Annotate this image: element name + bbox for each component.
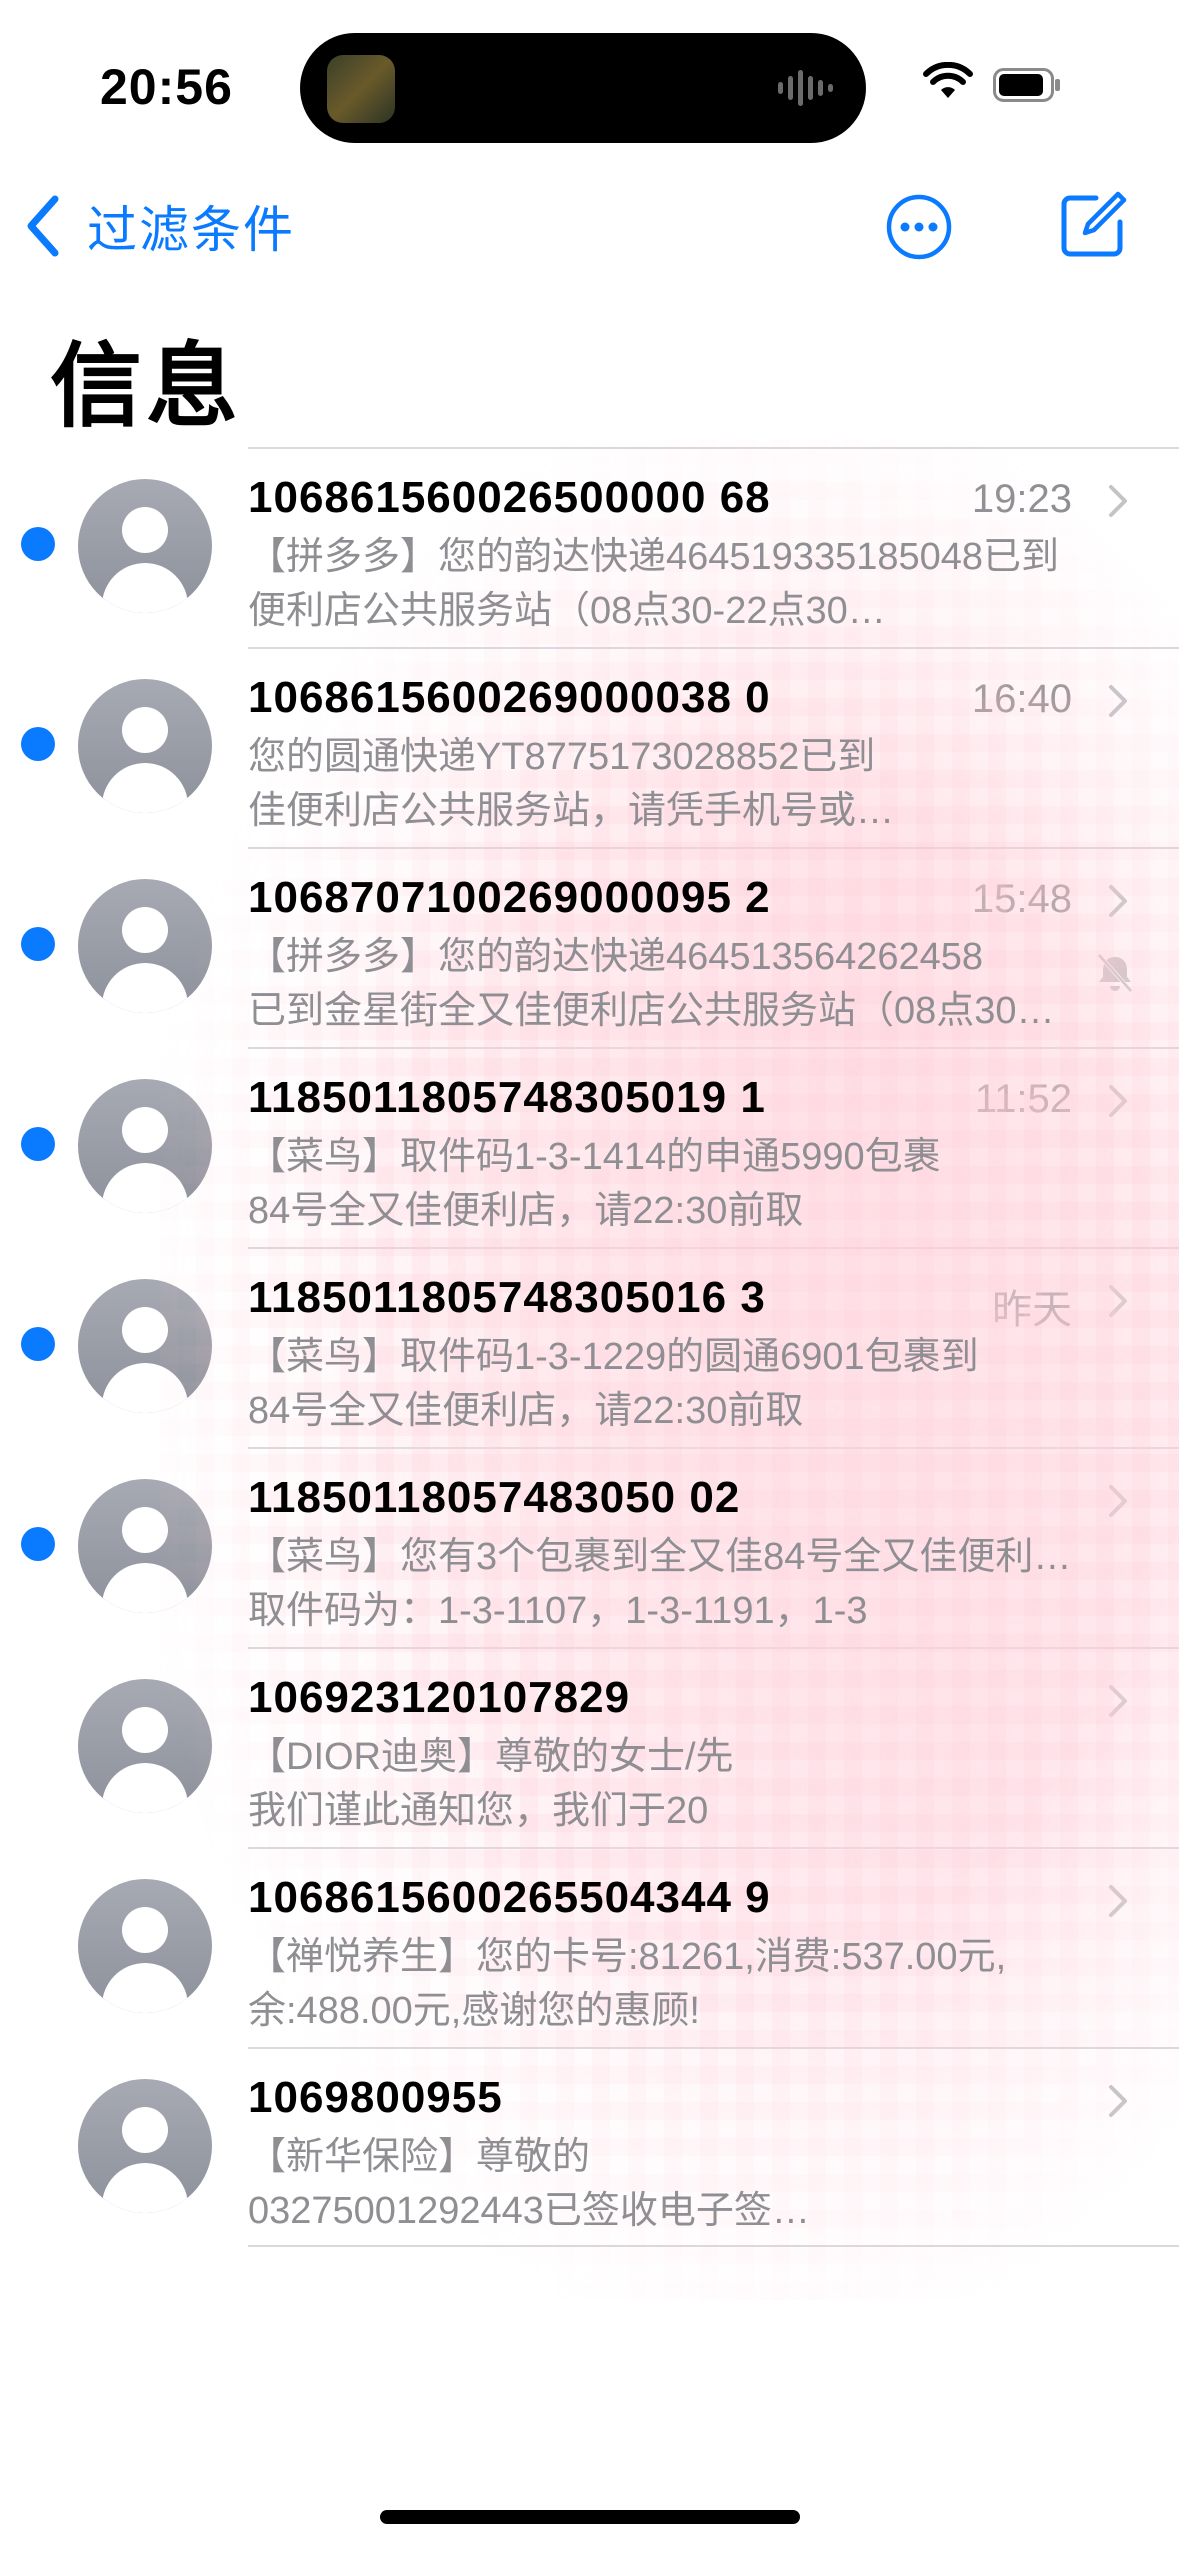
message-preview: 【菜鸟】取件码1-3-1414的申通5990包裹 84号全又佳便利店，请22:30… <box>248 1130 1108 1238</box>
contact-avatar-icon <box>78 1279 212 1413</box>
row-separator <box>248 1447 1179 1449</box>
sender-number: 1068615600265504344 9 <box>248 1873 771 1922</box>
chevron-right-icon <box>1109 885 1127 917</box>
row-separator <box>248 1047 1179 1049</box>
preview-line-1: 【拼多多】您的韵达快递464513564262458 <box>248 936 984 978</box>
contact-avatar-icon <box>78 1079 212 1213</box>
message-preview: 【菜鸟】取件码1-3-1229的圆通6901包裹到 84号全又佳便利店，请22:3… <box>248 1330 1108 1438</box>
home-indicator[interactable] <box>380 2510 800 2524</box>
message-row[interactable]: 1068615600265504344 9 【禅悦养生】您的卡号:81261,消费… <box>0 1847 1179 2047</box>
preview-line-1: 【菜鸟】取件码1-3-1414的申通5990包裹 <box>248 1136 941 1178</box>
preview-line-2: 取件码为：1-3-1107，1-3-1191，1-3 <box>248 1590 868 1632</box>
message-preview: 【拼多多】您的韵达快递464519335185048已到 便利店公共服务站（08点… <box>248 530 1108 638</box>
chevron-right-icon <box>1109 1685 1127 1717</box>
status-time: 20:56 <box>100 59 233 115</box>
message-row[interactable]: 1185011805748305019 1 11:52 【菜鸟】取件码1-3-141… <box>0 1047 1179 1247</box>
message-row[interactable]: 11850118057483050 02 【菜鸟】您有3个包裹到全又佳84号全又佳… <box>0 1447 1179 1647</box>
preview-line-1: 【菜鸟】您有3个包裹到全又佳84号全又佳便利店， <box>248 1536 1108 1578</box>
chevron-right-icon <box>1109 1885 1127 1917</box>
preview-line-1: 【DIOR迪奥】尊敬的女士/先 <box>248 1736 734 1778</box>
message-row[interactable]: 106861560026500000 68 19:23 【拼多多】您的韵达快递464… <box>0 447 1179 647</box>
message-time: 16:40 <box>971 677 1072 721</box>
message-preview: 【菜鸟】您有3个包裹到全又佳84号全又佳便利店， 取件码为：1-3-1107，1-… <box>248 1530 1108 1638</box>
message-time: 11:52 <box>974 1077 1072 1121</box>
chevron-right-icon <box>1109 1485 1127 1517</box>
preview-line-2: 84号全又佳便利店，请22:30前取 <box>248 1190 804 1232</box>
back-label: 过滤条件 <box>87 202 295 258</box>
message-time: 19:23 <box>971 477 1072 521</box>
contact-avatar-icon <box>78 2079 212 2213</box>
unread-indicator <box>21 527 55 561</box>
chevron-right-icon <box>1109 1285 1127 1317</box>
message-time: 昨天 <box>992 1288 1072 1332</box>
row-separator <box>248 1847 1179 1849</box>
message-preview: 【DIOR迪奥】尊敬的女士/先 我们谨此通知您，我们于20 <box>248 1730 1108 1838</box>
back-button[interactable]: 过滤条件 <box>25 190 295 262</box>
wifi-icon <box>923 62 973 98</box>
row-separator <box>248 1647 1179 1649</box>
sender-number: 11850118057483050 02 <box>248 1473 741 1522</box>
message-row[interactable]: 1069800955 【新华保险】尊敬的 03275001292443已签收电子签… <box>0 2047 1179 2247</box>
unread-indicator <box>21 1127 55 1161</box>
unread-indicator <box>21 1527 55 1561</box>
preview-line-2: 03275001292443已签收电子签… <box>248 2190 810 2232</box>
chevron-right-icon <box>1109 685 1127 717</box>
message-preview: 【拼多多】您的韵达快递464513564262458 已到金星街全又佳便利店公共服… <box>248 930 1108 1038</box>
battery-icon <box>993 68 1060 102</box>
sender-number: 1068615600269000038 0 <box>248 673 771 722</box>
now-playing-app-icon <box>327 55 395 123</box>
row-separator <box>248 1247 1179 1249</box>
sender-number: 1068707100269000095 2 <box>248 873 771 922</box>
audio-waveform-icon <box>778 70 833 106</box>
message-preview: 【禅悦养生】您的卡号:81261,消费:537.00元, 余:488.00元,感谢… <box>248 1930 1108 2038</box>
preview-line-1: 【新华保险】尊敬的 <box>248 2136 591 2178</box>
chevron-right-icon <box>1109 2085 1127 2117</box>
row-separator <box>248 2047 1179 2049</box>
contact-avatar-icon <box>78 1479 212 1613</box>
message-row[interactable]: 1068707100269000095 2 15:48 【拼多多】您的韵达快递464… <box>0 847 1179 1047</box>
row-separator <box>248 447 1179 449</box>
contact-avatar-icon <box>78 1679 212 1813</box>
row-separator <box>248 647 1179 649</box>
message-list: 106861560026500000 68 19:23 【拼多多】您的韵达快递464… <box>0 447 1179 2247</box>
compose-icon[interactable] <box>1058 190 1128 260</box>
preview-line-1: 您的圆通快递YT8775173028852已到 <box>248 736 876 778</box>
sender-number: 1185011805748305016 3 <box>248 1273 766 1322</box>
page-title: 信息 <box>50 336 243 438</box>
preview-line-2: 便利店公共服务站（08点30-22点30… <box>248 590 886 632</box>
message-time: 15:48 <box>971 877 1072 921</box>
message-row[interactable]: 1068615600269000038 0 16:40 您的圆通快递YT877517… <box>0 647 1179 847</box>
chevron-right-icon <box>1109 1085 1127 1117</box>
preview-line-2: 余:488.00元,感谢您的惠顾! <box>248 1990 700 2032</box>
message-preview: 您的圆通快递YT8775173028852已到 佳便利店公共服务站，请凭手机号或… <box>248 730 1108 838</box>
preview-line-1: 【拼多多】您的韵达快递464519335185048已到 <box>248 536 1060 578</box>
sender-number: 1069800955 <box>248 2073 503 2122</box>
contact-avatar-icon <box>78 879 212 1013</box>
preview-line-1: 【菜鸟】取件码1-3-1229的圆通6901包裹到 <box>248 1336 979 1378</box>
preview-line-1: 【禅悦养生】您的卡号:81261,消费:537.00元, <box>248 1936 1007 1978</box>
contact-avatar-icon <box>78 1879 212 2013</box>
sender-number: 106923120107829 <box>248 1673 631 1722</box>
unread-indicator <box>21 927 55 961</box>
message-row[interactable]: 1185011805748305016 3 昨天 【菜鸟】取件码1-3-1229的圆… <box>0 1247 1179 1447</box>
sender-number: 1185011805748305019 1 <box>248 1073 766 1122</box>
message-row[interactable]: 106923120107829 【DIOR迪奥】尊敬的女士/先 我们谨此通知您，我们… <box>0 1647 1179 1847</box>
row-separator <box>248 2245 1179 2247</box>
message-preview: 【新华保险】尊敬的 03275001292443已签收电子签… <box>248 2130 1108 2238</box>
unread-indicator <box>21 1327 55 1361</box>
chevron-left-icon <box>27 195 59 257</box>
contact-avatar-icon <box>78 679 212 813</box>
contact-avatar-icon <box>78 479 212 613</box>
more-options-icon[interactable] <box>885 193 953 261</box>
preview-line-2: 佳便利店公共服务站，请凭手机号或… <box>248 790 895 832</box>
unread-indicator <box>21 727 55 761</box>
row-separator <box>248 847 1179 849</box>
preview-line-2: 已到金星街全又佳便利店公共服务站（08点30… <box>248 990 1055 1032</box>
preview-line-2: 84号全又佳便利店，请22:30前取 <box>248 1390 804 1432</box>
sender-number: 106861560026500000 68 <box>248 473 771 522</box>
preview-line-2: 我们谨此通知您，我们于20 <box>248 1790 709 1832</box>
chevron-right-icon <box>1109 485 1127 517</box>
dynamic-island[interactable] <box>300 33 866 143</box>
